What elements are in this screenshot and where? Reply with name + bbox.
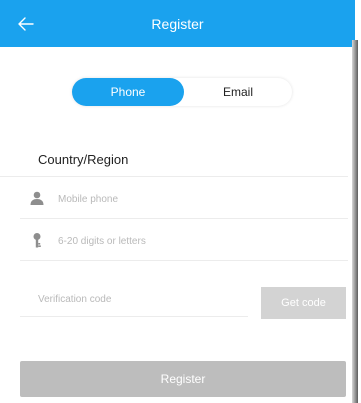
register-button[interactable]: Register (20, 361, 346, 397)
password-input[interactable] (56, 230, 320, 252)
register-screen: Register Phone Email Country/Region Get … (0, 0, 355, 403)
verification-code-input[interactable] (36, 288, 240, 310)
country-region-label: Country/Region (38, 152, 129, 167)
country-region-selector[interactable]: Country/Region (0, 140, 348, 177)
arrow-left-icon (18, 17, 34, 31)
person-icon (30, 191, 44, 205)
key-icon (33, 233, 41, 248)
tab-phone[interactable]: Phone (72, 78, 184, 106)
verification-code-row (20, 280, 248, 317)
window-edge-shadow (352, 40, 358, 403)
mobile-phone-input[interactable] (56, 188, 320, 210)
app-header: Register (0, 0, 355, 47)
back-button[interactable] (14, 12, 38, 36)
mobile-phone-row (20, 178, 348, 219)
password-row (20, 220, 348, 261)
login-method-toggle: Phone Email (72, 78, 292, 106)
page-title: Register (151, 15, 204, 32)
tab-email[interactable]: Email (184, 78, 292, 106)
get-code-button[interactable]: Get code (261, 287, 346, 319)
